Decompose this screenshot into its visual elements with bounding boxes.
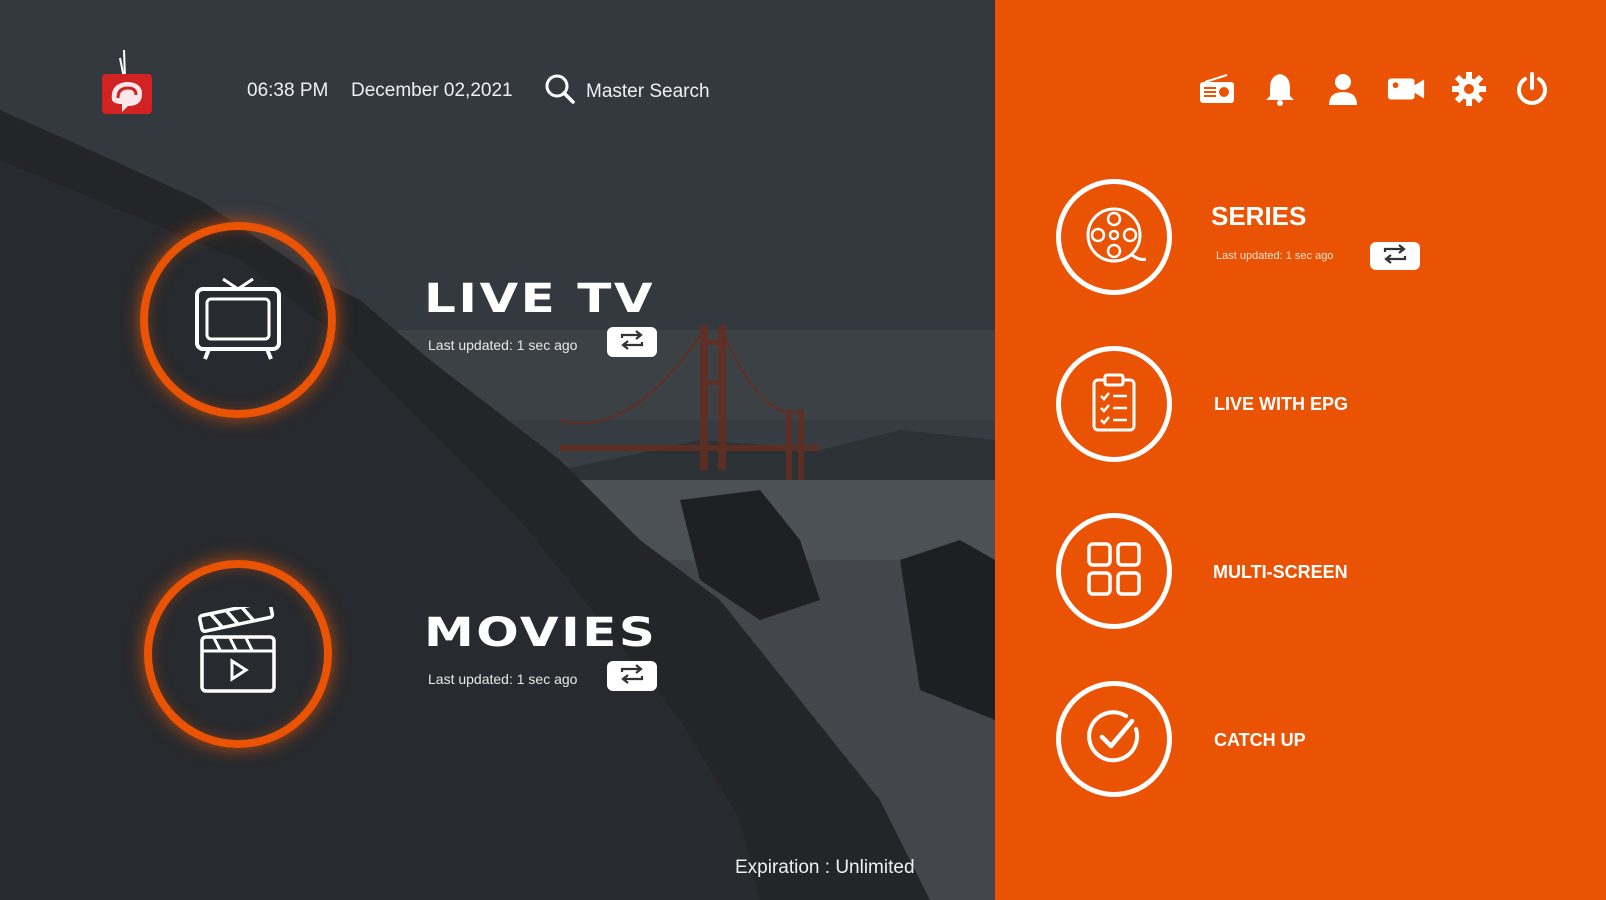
expiration-status: Expiration : Unlimited: [735, 857, 915, 878]
series-label[interactable]: SERIES: [1211, 201, 1306, 232]
background-overlay: [0, 0, 995, 900]
background-scene: [0, 0, 995, 900]
top-toolbar: [1198, 70, 1551, 108]
gear-icon[interactable]: [1450, 70, 1488, 108]
bell-icon[interactable]: [1261, 70, 1299, 108]
series-button[interactable]: [1056, 179, 1172, 295]
refresh-icon: [618, 329, 646, 355]
movies-refresh-button[interactable]: [607, 661, 657, 691]
movies-updated: Last updated: 1 sec ago: [428, 671, 578, 687]
master-search-button[interactable]: Master Search: [544, 73, 710, 110]
live-tv-updated: Last updated: 1 sec ago: [428, 337, 578, 353]
film-reel-icon: [1082, 203, 1147, 272]
master-search-label: Master Search: [586, 80, 710, 102]
tv-icon: [193, 275, 283, 366]
catch-up-label[interactable]: CATCH UP: [1214, 730, 1306, 751]
multi-screen-button[interactable]: [1056, 513, 1172, 629]
live-tv-button[interactable]: [140, 222, 336, 418]
live-tv-title: LIVE TV: [424, 276, 656, 322]
clipboard-checklist-icon: [1090, 372, 1138, 437]
radio-icon[interactable]: [1198, 70, 1236, 108]
catch-up-button[interactable]: [1056, 681, 1172, 797]
live-with-epg-label[interactable]: LIVE WITH EPG: [1214, 394, 1348, 415]
clock-date: December 02,2021: [351, 80, 513, 101]
check-circle-icon: [1084, 707, 1144, 772]
app-logo: [98, 48, 158, 118]
series-refresh-button[interactable]: [1370, 242, 1420, 270]
refresh-icon: [1381, 243, 1409, 269]
movies-button[interactable]: [144, 560, 332, 748]
refresh-icon: [618, 663, 646, 689]
live-tv-refresh-button[interactable]: [607, 327, 657, 357]
search-icon: [544, 73, 576, 110]
movies-title: MOVIES: [424, 610, 658, 656]
user-icon[interactable]: [1324, 70, 1362, 108]
clock-time: 06:38 PM: [247, 80, 329, 101]
series-updated: Last updated: 1 sec ago: [1216, 250, 1334, 262]
live-with-epg-button[interactable]: [1056, 346, 1172, 462]
video-camera-icon[interactable]: [1387, 70, 1425, 108]
power-icon[interactable]: [1513, 70, 1551, 108]
multi-screen-label[interactable]: MULTI-SCREEN: [1213, 562, 1348, 583]
grid-icon: [1086, 541, 1142, 602]
clapperboard-icon: [196, 599, 280, 702]
